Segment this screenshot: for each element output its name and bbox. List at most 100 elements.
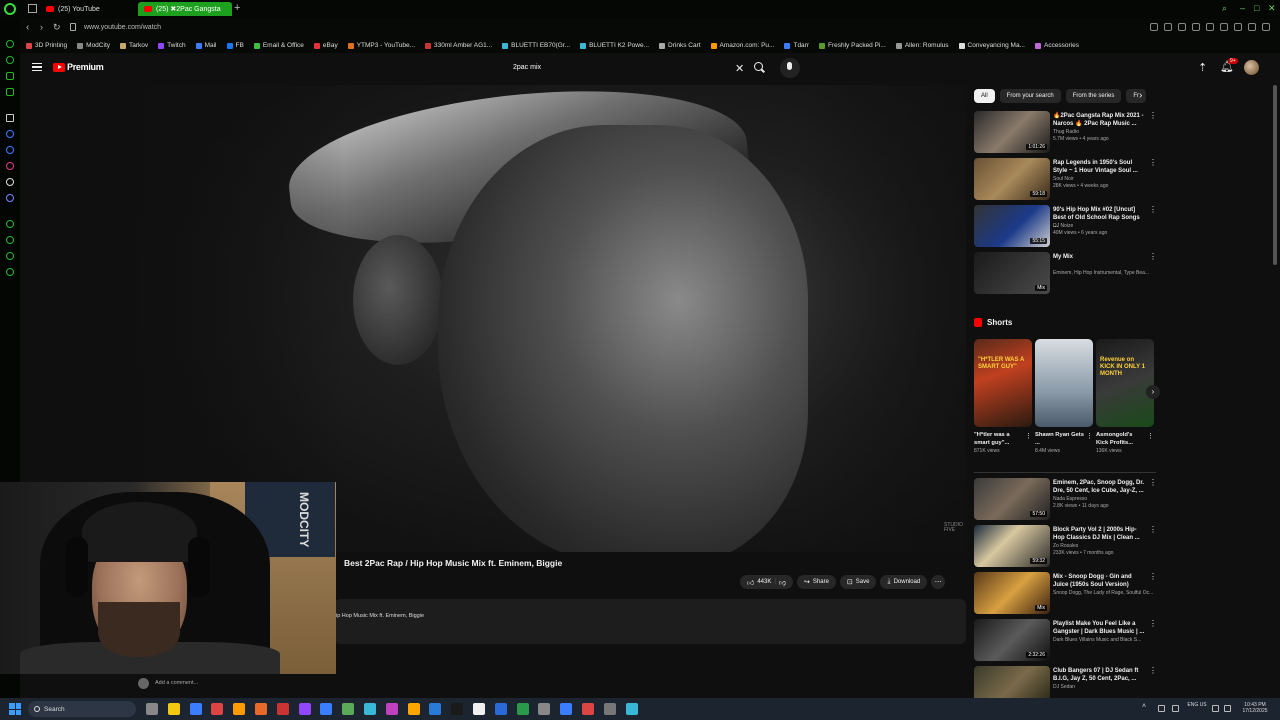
chip-from-your-search[interactable]: From your search xyxy=(999,89,1061,103)
more-options-icon[interactable]: ⋮ xyxy=(1149,619,1157,628)
taskbar-app-icon[interactable] xyxy=(320,703,333,715)
clock[interactable]: 10:43 PM 17/12/2025 xyxy=(1238,702,1272,714)
more-options-icon[interactable]: ⋮ xyxy=(1147,432,1154,440)
taskbar-app-icon[interactable] xyxy=(255,703,267,715)
language-indicator[interactable]: ENG US xyxy=(1186,702,1208,708)
more-options-icon[interactable]: ⋮ xyxy=(1149,252,1157,261)
url-field[interactable]: www.youtube.com/watch xyxy=(84,24,161,31)
menu-icon[interactable] xyxy=(32,63,42,71)
account-avatar[interactable] xyxy=(1244,60,1259,75)
taskbar-app-icon[interactable] xyxy=(385,703,398,715)
taskbar-app-icon[interactable] xyxy=(189,703,202,715)
pin-icon[interactable] xyxy=(1164,23,1172,31)
short-thumbnail[interactable]: Revenue on KICK IN ONLY 1 MONTH xyxy=(1096,339,1154,427)
shorts-next-icon[interactable]: › xyxy=(1146,385,1160,399)
bookmark-item[interactable]: Conveyancing Ma... xyxy=(958,42,1025,49)
tab-2pac-gangsta[interactable]: (25) ✖2Pac Gangsta xyxy=(138,2,232,16)
video-thumbnail[interactable]: 2:32:26 xyxy=(974,619,1050,661)
sidebar-instagram-icon[interactable] xyxy=(6,162,14,170)
channel-name[interactable]: DJ Sedan xyxy=(1053,684,1075,690)
settings-icon[interactable] xyxy=(1248,23,1256,31)
taskbar-search[interactable]: Search xyxy=(28,701,136,717)
voice-search-button[interactable] xyxy=(780,58,800,78)
short-title[interactable]: "H*tler was a smart guy"... xyxy=(974,431,1024,447)
recommended-title[interactable]: 🔥2Pac Gangsta Rap Mix 2021 - Narcos 🔥 2P… xyxy=(1053,112,1145,128)
channel-name[interactable]: Soul Noir xyxy=(1053,176,1074,182)
description-box[interactable]: ip Hop Music Mix ft. Eminem, Biggie xyxy=(334,599,966,644)
tray-overflow-icon[interactable]: ˄ xyxy=(1142,703,1149,710)
short-thumbnail[interactable]: "H*TLER WAS A SMART GUY" xyxy=(974,339,1032,427)
bookmark-item[interactable]: Freshly Packed Pi... xyxy=(819,42,886,49)
more-options-icon[interactable]: ⋮ xyxy=(1149,111,1157,120)
taskbar-app-icon[interactable] xyxy=(233,703,246,715)
video-thumbnail[interactable]: 59:18 xyxy=(974,158,1050,200)
more-options-icon[interactable]: ⋮ xyxy=(1025,432,1032,440)
volume-icon[interactable] xyxy=(1224,705,1231,712)
maximize-button[interactable]: □ xyxy=(1254,3,1259,13)
more-actions-button[interactable]: ⋯ xyxy=(931,575,946,589)
wallet-icon[interactable] xyxy=(1234,23,1242,31)
channel-name[interactable]: Thug Radio xyxy=(1053,129,1079,135)
short-item[interactable]: Revenue on KICK IN ONLY 1 MONTH Asmongold… xyxy=(1096,339,1154,454)
thumbs-down-icon[interactable]: 👎︎ xyxy=(779,578,786,587)
taskbar-app-icon[interactable] xyxy=(429,703,442,715)
taskbar-app-icon[interactable] xyxy=(582,703,594,715)
video-thumbnail[interactable]: 57:50 xyxy=(974,478,1050,520)
youtube-premium-logo[interactable]: Premium xyxy=(53,62,104,72)
add-comment-input[interactable]: Add a comment... xyxy=(155,680,198,686)
tray-app-icon[interactable] xyxy=(1158,705,1165,712)
taskbar-app-icon[interactable] xyxy=(146,703,158,715)
chip-truncated[interactable]: Fr xyxy=(1126,89,1147,103)
short-title[interactable]: Asmongold's Kick Profits... xyxy=(1096,431,1146,447)
recommended-video[interactable]: Mix Mix - Snoop Dogg - Gin and Juice (195… xyxy=(974,572,1157,614)
sidebar-clock-icon[interactable] xyxy=(6,236,14,244)
more-options-icon[interactable]: ⋮ xyxy=(1149,572,1157,581)
taskbar-app-icon[interactable] xyxy=(407,703,420,715)
back-button[interactable]: ‹ xyxy=(26,22,29,33)
sidebar-arc-icon[interactable] xyxy=(6,114,14,122)
taskbar-app-icon[interactable] xyxy=(473,703,485,715)
bookmark-item[interactable]: FB xyxy=(226,42,244,49)
page-scrollbar[interactable] xyxy=(1273,85,1277,265)
taskbar-app-icon[interactable] xyxy=(538,703,551,715)
short-title[interactable]: Shawn Ryan Gets ... xyxy=(1035,431,1085,447)
sidebar-wallet-icon[interactable] xyxy=(6,72,14,80)
bookmark-item[interactable]: Mail xyxy=(195,42,217,49)
download-button[interactable]: ⤓ Download xyxy=(880,575,928,589)
recommended-title[interactable]: Mix - Snoop Dogg - Gin and Juice (1950s … xyxy=(1053,573,1145,589)
chip-from-the-series[interactable]: From the series xyxy=(1065,89,1122,103)
search-button[interactable] xyxy=(748,58,770,78)
zoom-icon[interactable] xyxy=(1150,23,1158,31)
taskbar-app-icon[interactable] xyxy=(494,703,507,715)
taskbar-app-icon[interactable] xyxy=(342,703,355,715)
sidebar-extensions-icon[interactable] xyxy=(6,252,14,260)
bookmark-item[interactable]: Drinks Cart xyxy=(659,42,701,49)
recommended-video[interactable]: Mix My Mix Eminem, Hip Hop Instrumental, T… xyxy=(974,252,1157,294)
taskbar-app-icon[interactable] xyxy=(516,703,529,715)
channel-name[interactable]: DJ Noize xyxy=(1053,223,1073,229)
minimize-button[interactable]: – xyxy=(1240,3,1245,13)
bookmark-item[interactable]: BLUETTI EB70(Gr... xyxy=(502,42,570,49)
new-tab-button[interactable]: + xyxy=(234,2,240,14)
more-options-icon[interactable]: ⋮ xyxy=(1149,478,1157,487)
recommended-title[interactable]: Rap Legends in 1950's Soul Style ~ 1 Hou… xyxy=(1053,159,1145,175)
channel-name[interactable]: Snoop Dogg, The Lady of Rage, Soulful Oc… xyxy=(1053,590,1153,596)
recommended-video[interactable]: 1:01:26 🔥2Pac Gangsta Rap Mix 2021 - Narc… xyxy=(974,111,1157,153)
short-item[interactable]: Shawn Ryan Gets ... 8.4M views ⋮ xyxy=(1035,339,1093,454)
sidebar-x-icon[interactable] xyxy=(6,178,14,186)
sidebar-tabs-icon[interactable] xyxy=(6,88,14,96)
menu-icon[interactable] xyxy=(1262,23,1270,31)
bookmark-item[interactable]: YTMP3 - YouTube... xyxy=(347,42,415,49)
bookmark-item[interactable]: 330ml Amber AG1... xyxy=(425,42,492,49)
recommended-video[interactable]: 59:32 Block Party Vol 2 | 2000s Hip-Hop C… xyxy=(974,525,1157,567)
recommended-title[interactable]: My Mix xyxy=(1053,253,1145,261)
bookmark-item[interactable]: Tdarr xyxy=(784,42,809,49)
short-thumbnail[interactable] xyxy=(1035,339,1093,427)
tab-youtube[interactable]: (25) YouTube xyxy=(40,2,106,16)
recommended-video[interactable]: 2:32:26 Playlist Make You Feel Like a Gan… xyxy=(974,619,1157,661)
chips-next-icon[interactable]: › xyxy=(1139,90,1142,101)
taskbar-app-icon[interactable] xyxy=(298,703,311,715)
bookmark-item[interactable]: ModCity xyxy=(77,42,110,49)
bookmark-item[interactable]: Email & Office xyxy=(253,42,304,49)
video-thumbnail[interactable]: Mix xyxy=(974,572,1050,614)
